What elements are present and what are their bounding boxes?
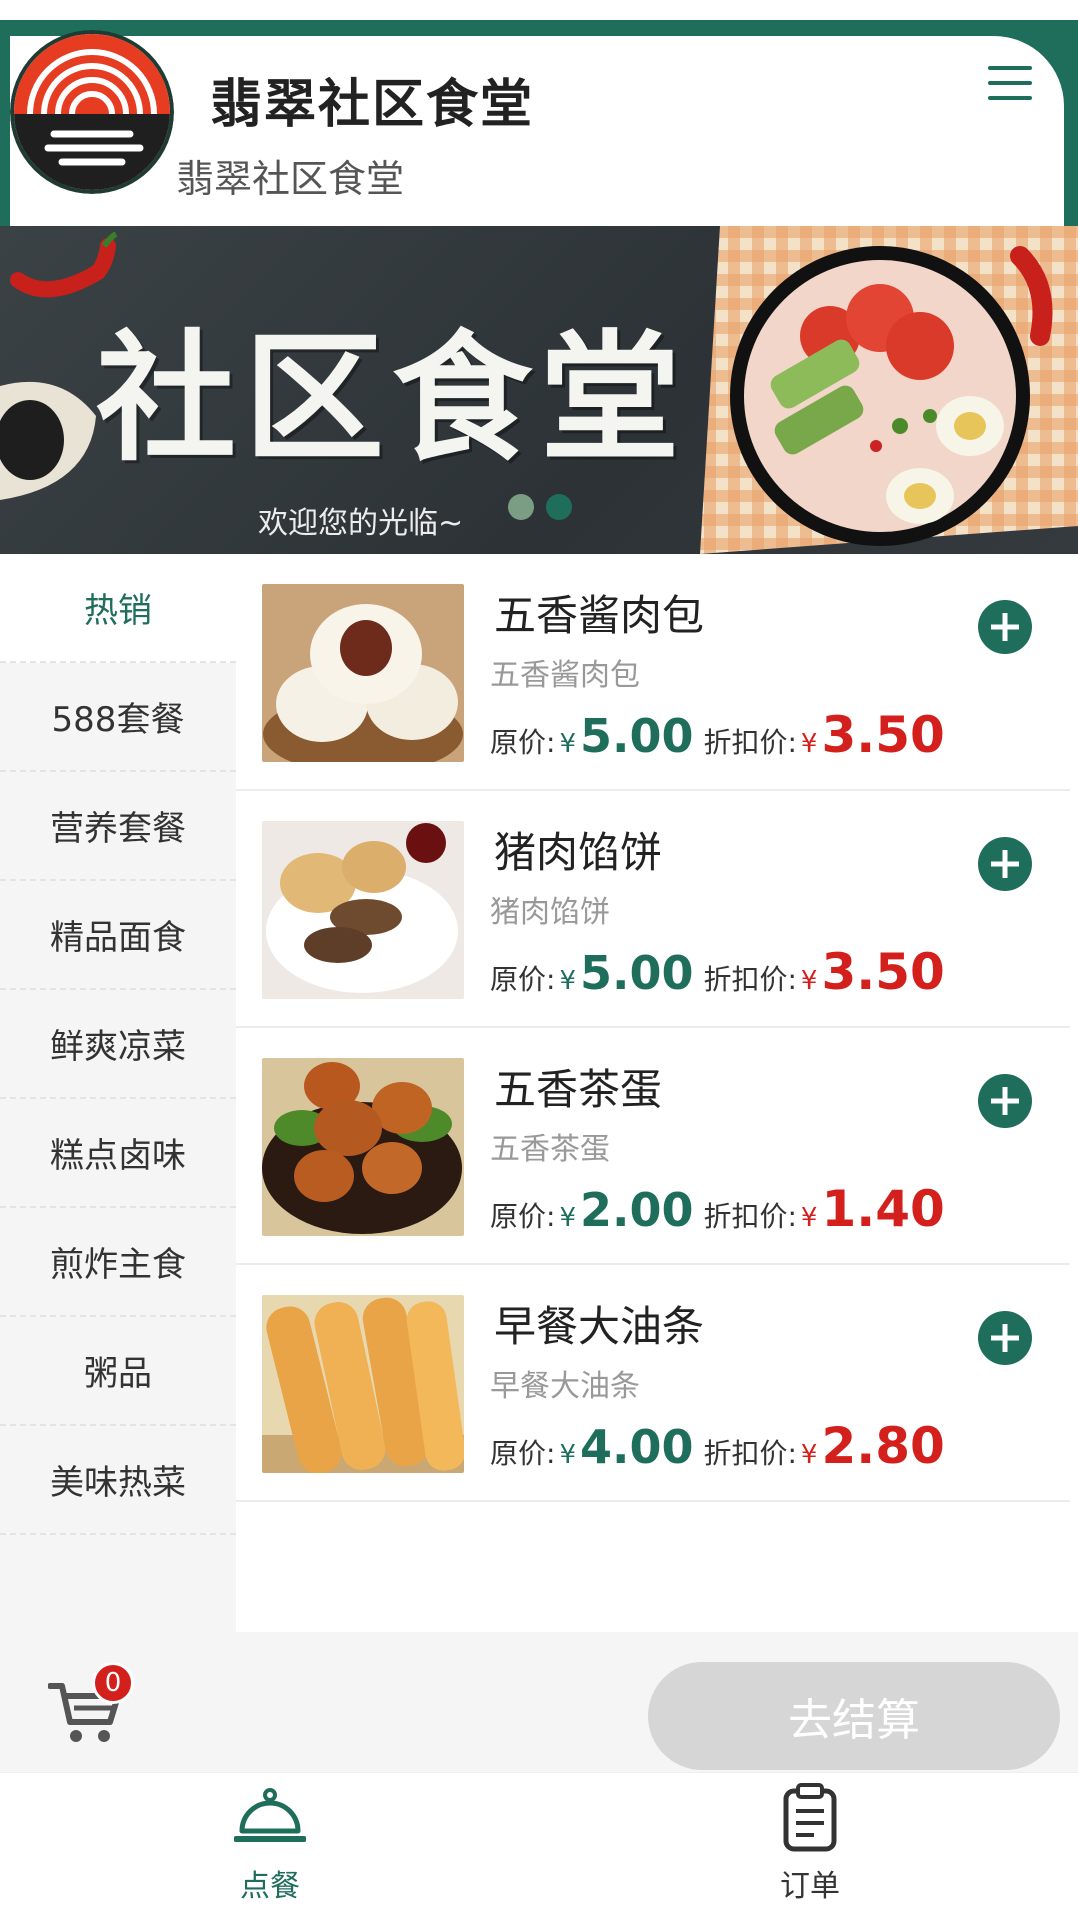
discount-price: 1.40 bbox=[821, 1180, 945, 1238]
discount-price-label: 折扣价: bbox=[703, 726, 797, 759]
product-subtitle: 五香茶蛋 bbox=[490, 1132, 610, 1167]
category-hot[interactable]: 热销 bbox=[0, 554, 236, 663]
category-pastry-braised[interactable]: 糕点卤味 bbox=[0, 1099, 236, 1208]
peppercorn-sack-icon bbox=[0, 381, 96, 500]
product-price: 原价: ¥ 5.00 折扣价: ¥ 3.50 bbox=[490, 943, 945, 1001]
noodle-bowl-image bbox=[700, 226, 1078, 554]
category-sidebar: 热销 588套餐 营养套餐 精品面食 鲜爽凉菜 糕点卤味 煎炸主食 粥品 美味热… bbox=[0, 554, 236, 1632]
currency-symbol: ¥ bbox=[800, 1440, 818, 1470]
discount-price: 2.80 bbox=[821, 1417, 945, 1475]
tea-egg-image bbox=[262, 1058, 464, 1236]
currency-symbol: ¥ bbox=[559, 1203, 576, 1233]
product-subtitle: 五香酱肉包 bbox=[490, 658, 640, 693]
hamburger-menu-icon[interactable] bbox=[988, 66, 1032, 106]
product-item[interactable]: 早餐大油条 早餐大油条 原价: ¥ 4.00 折扣价: ¥ 2.80 bbox=[236, 1265, 1070, 1502]
category-nutrition-combo[interactable]: 营养套餐 bbox=[0, 772, 236, 881]
discount-price-label: 折扣价: bbox=[703, 1200, 797, 1233]
original-price-label: 原价: bbox=[490, 1437, 556, 1470]
tab-label: 点餐 bbox=[240, 1869, 300, 1904]
add-to-cart-button[interactable] bbox=[978, 1074, 1032, 1128]
product-name: 猪肉馅饼 bbox=[494, 828, 663, 877]
currency-symbol: ¥ bbox=[559, 1440, 576, 1470]
discount-price-label: 折扣价: bbox=[703, 1437, 797, 1470]
original-price-label: 原价: bbox=[490, 726, 556, 759]
add-to-cart-button[interactable] bbox=[978, 600, 1032, 654]
tab-label: 订单 bbox=[780, 1869, 840, 1904]
shop-title: 翡翠社区食堂 bbox=[210, 75, 535, 135]
category-fried-staples[interactable]: 煎炸主食 bbox=[0, 1208, 236, 1317]
fried-dough-stick-image bbox=[262, 1295, 464, 1473]
checkout-bar: 0 去结算 bbox=[0, 1632, 1078, 1772]
original-price-label: 原价: bbox=[490, 963, 556, 996]
meat-pie-image bbox=[262, 821, 464, 999]
banner-pagination bbox=[508, 494, 572, 520]
tab-orders[interactable]: 订单 bbox=[710, 1781, 910, 1911]
category-porridge[interactable]: 粥品 bbox=[0, 1317, 236, 1426]
order-clipboard-icon bbox=[783, 1783, 837, 1852]
checkout-button[interactable]: 去结算 bbox=[648, 1662, 1060, 1770]
category-588-combo[interactable]: 588套餐 bbox=[0, 663, 236, 772]
product-item[interactable]: 五香酱肉包 五香酱肉包 原价: ¥ 5.00 折扣价: ¥ 3.50 bbox=[236, 554, 1070, 791]
currency-symbol: ¥ bbox=[800, 729, 818, 759]
original-price: 4.00 bbox=[579, 1420, 694, 1474]
banner-title: 社区食堂 bbox=[96, 317, 689, 481]
tab-order-food[interactable]: 点餐 bbox=[170, 1781, 370, 1911]
add-to-cart-button[interactable] bbox=[978, 837, 1032, 891]
bottom-tab-bar: 点餐 订单 bbox=[0, 1772, 1078, 1915]
shop-subtitle: 翡翠社区食堂 bbox=[176, 157, 405, 201]
original-price-label: 原价: bbox=[490, 1200, 556, 1233]
original-price: 5.00 bbox=[579, 946, 694, 1000]
product-price: 原价: ¥ 5.00 折扣价: ¥ 3.50 bbox=[490, 706, 945, 764]
banner-dot-2[interactable] bbox=[546, 494, 572, 520]
discount-price: 3.50 bbox=[821, 943, 945, 1001]
canteen-logo-icon bbox=[10, 30, 174, 194]
currency-symbol: ¥ bbox=[800, 1203, 818, 1233]
product-name: 五香酱肉包 bbox=[494, 591, 705, 640]
add-to-cart-button[interactable] bbox=[978, 1311, 1032, 1365]
product-item[interactable]: 五香茶蛋 五香茶蛋 原价: ¥ 2.00 折扣价: ¥ 1.40 bbox=[236, 1028, 1070, 1265]
product-name: 早餐大油条 bbox=[494, 1302, 705, 1351]
currency-symbol: ¥ bbox=[800, 966, 818, 996]
banner-subtitle: 欢迎您的光临~ bbox=[258, 506, 464, 541]
product-list: 五香酱肉包 五香酱肉包 原价: ¥ 5.00 折扣价: ¥ 3.50 猪肉馅饼 bbox=[236, 554, 1070, 1632]
product-item[interactable]: 猪肉馅饼 猪肉馅饼 原价: ¥ 5.00 折扣价: ¥ 3.50 bbox=[236, 791, 1070, 1028]
food-cloche-icon bbox=[234, 1788, 306, 1842]
banner-dot-1[interactable] bbox=[508, 494, 534, 520]
discount-price: 3.50 bbox=[821, 706, 945, 764]
steamed-bun-image bbox=[262, 584, 464, 762]
product-price: 原价: ¥ 2.00 折扣价: ¥ 1.40 bbox=[490, 1180, 945, 1238]
original-price: 5.00 bbox=[579, 709, 694, 763]
currency-symbol: ¥ bbox=[559, 966, 576, 996]
currency-symbol: ¥ bbox=[559, 729, 576, 759]
cart-count-badge: 0 bbox=[92, 1662, 134, 1704]
product-name: 五香茶蛋 bbox=[494, 1065, 663, 1114]
product-subtitle: 猪肉馅饼 bbox=[490, 895, 610, 930]
promo-banner[interactable]: 社区食堂 欢迎您的光临~ bbox=[0, 226, 1078, 554]
category-noodles[interactable]: 精品面食 bbox=[0, 881, 236, 990]
category-hot-dishes[interactable]: 美味热菜 bbox=[0, 1426, 236, 1535]
product-price: 原价: ¥ 4.00 折扣价: ¥ 2.80 bbox=[490, 1417, 945, 1475]
discount-price-label: 折扣价: bbox=[703, 963, 797, 996]
original-price: 2.00 bbox=[579, 1183, 694, 1237]
category-cold-dishes[interactable]: 鲜爽凉菜 bbox=[0, 990, 236, 1099]
product-subtitle: 早餐大油条 bbox=[490, 1369, 640, 1404]
